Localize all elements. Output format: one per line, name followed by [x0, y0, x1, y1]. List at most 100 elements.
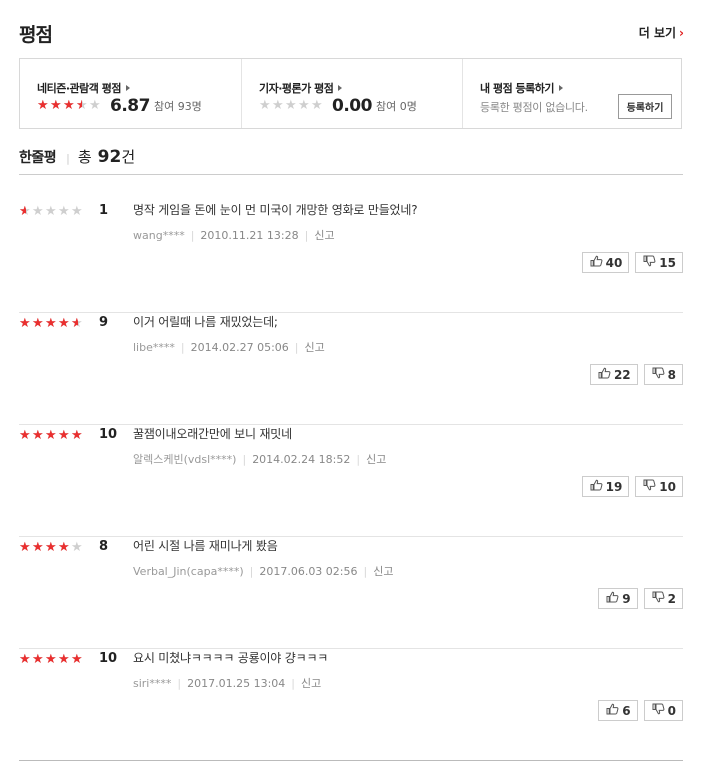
critic-star-rating: ★★★★★★★★★★	[259, 98, 324, 113]
star-icon: ★★	[32, 204, 44, 219]
meta-divider: |	[249, 565, 254, 578]
review-meta: 알렉스케빈(vdsl****) | 2014.02.24 18:52 | 신고	[133, 451, 386, 467]
review-item: ★ ★ ★ ★ ★ ★ ★ ★ ★ ★ 10 요시 미쳤냐ㅋㅋㅋㅋ 공룡이야 걍ㅋㅋㅋ siri****…	[19, 649, 683, 761]
star-icon: ★★	[58, 204, 70, 219]
report-link[interactable]: 신고	[301, 677, 321, 690]
thumbs-up-icon	[590, 255, 603, 270]
thumbs-down-icon	[643, 255, 656, 270]
meta-divider: |	[356, 453, 361, 466]
like-button[interactable]: 6	[598, 700, 638, 721]
my-rating-label[interactable]: 내 평점 등록하기	[480, 82, 555, 95]
dislike-button[interactable]: 2	[643, 588, 683, 609]
thumbs-down-icon	[652, 703, 665, 718]
netizen-rating-link[interactable]: 네티즌·관람객 평점	[37, 80, 130, 96]
list-divider	[19, 174, 683, 175]
thumbs-down-icon	[652, 367, 665, 382]
review-text: 명작 게임을 돈에 눈이 먼 미국이 개망한 영화로 만들었네?	[133, 203, 418, 217]
review-count: 92	[97, 147, 122, 167]
more-link[interactable]: 더 보기 ›	[639, 24, 684, 41]
review-item: ★ ★ ★ ★ ★ ★ ★ ★ ★ ★ 9 이거 어릴때 나름 재밌었는데; libe**** | 2014…	[19, 313, 683, 425]
report-link[interactable]: 신고	[366, 453, 386, 466]
review-text: 꿀잼이내오래간만에 보니 재밋네	[133, 427, 292, 441]
dislike-button[interactable]: 15	[635, 252, 683, 273]
report-link[interactable]: 신고	[314, 229, 334, 242]
star-icon: ★★	[45, 428, 57, 443]
more-link-label[interactable]: 더 보기	[639, 26, 676, 40]
review-user: 알렉스케빈(vdsl****)	[133, 453, 237, 466]
like-count: 40	[605, 255, 623, 270]
my-rating-empty-text: 등록한 평점이 없습니다.	[480, 101, 588, 114]
like-button[interactable]: 22	[589, 364, 638, 385]
star-icon: ★★	[19, 428, 31, 443]
star-icon: ★★	[71, 540, 83, 555]
star-icon: ★★	[89, 98, 101, 113]
review-text: 요시 미쳤냐ㅋㅋㅋㅋ 공룡이야 걍ㅋㅋㅋ	[133, 651, 329, 665]
critic-rating-link[interactable]: 기자·평론가 평점	[259, 80, 343, 96]
dislike-count: 10	[659, 479, 676, 494]
star-icon: ★★	[58, 428, 70, 443]
critic-participants: 참여 0명	[375, 100, 417, 113]
review-user: libe****	[133, 341, 175, 354]
star-icon: ★★	[71, 316, 83, 331]
review-score: 10	[99, 427, 118, 442]
vote-buttons: 40 15	[581, 252, 683, 273]
thumbs-up-icon	[606, 703, 619, 718]
dislike-count: 15	[659, 255, 676, 270]
summary-divider: |	[66, 152, 70, 165]
like-button[interactable]: 40	[581, 252, 630, 273]
caret-right-icon	[125, 85, 130, 91]
critic-rating-label[interactable]: 기자·평론가 평점	[259, 82, 334, 95]
review-text: 이거 어릴때 나름 재밌었는데;	[133, 315, 278, 329]
star-icon: ★★	[71, 428, 83, 443]
meta-divider: |	[294, 341, 299, 354]
report-link[interactable]: 신고	[373, 565, 393, 578]
meta-divider: |	[242, 453, 247, 466]
star-icon: ★★	[58, 652, 70, 667]
review-meta: siri**** | 2017.01.25 13:04 | 신고	[133, 675, 321, 691]
meta-divider: |	[190, 229, 195, 242]
vote-buttons: 19 10	[581, 476, 683, 497]
review-score: 10	[99, 651, 118, 666]
review-user: wang****	[133, 229, 185, 242]
star-icon: ★★	[285, 98, 297, 113]
dislike-button[interactable]: 8	[643, 364, 683, 385]
my-rating-link[interactable]: 내 평점 등록하기	[480, 80, 563, 96]
meta-divider: |	[177, 677, 182, 690]
star-icon: ★★	[37, 98, 49, 113]
reviews-title: 한줄평	[19, 150, 57, 166]
star-icon: ★★	[19, 652, 31, 667]
review-item: ★ ★ ★ ★ ★ ★ ★ ★ ★ ★ 10 꿀잼이내오래간만에 보니 재밋네 알렉스케빈(vdsl**…	[19, 425, 683, 537]
star-icon: ★★	[298, 98, 310, 113]
review-star-rating: ★★★★★★★★★★	[19, 316, 84, 331]
dislike-button[interactable]: 10	[635, 476, 683, 497]
review-star-rating: ★★★★★★★★★★	[19, 540, 84, 555]
netizen-rating-label[interactable]: 네티즌·관람객 평점	[37, 82, 121, 95]
vote-buttons: 92	[598, 588, 683, 609]
review-date: 2014.02.24 18:52	[252, 453, 351, 466]
star-icon: ★★	[19, 204, 31, 219]
review-score: 9	[99, 315, 109, 330]
review-date: 2014.02.27 05:06	[190, 341, 289, 354]
star-icon: ★★	[311, 98, 323, 113]
star-icon: ★★	[63, 98, 75, 113]
review-date: 2017.06.03 02:56	[259, 565, 358, 578]
caret-right-icon	[559, 85, 563, 91]
star-icon: ★★	[259, 98, 271, 113]
star-icon: ★★	[45, 540, 57, 555]
thumbs-up-icon	[606, 591, 619, 606]
thumbs-down-icon	[643, 479, 656, 494]
register-rating-button[interactable]: 등록하기	[618, 94, 672, 119]
like-count: 19	[605, 479, 623, 494]
like-button[interactable]: 19	[581, 476, 630, 497]
star-icon: ★★	[45, 316, 57, 331]
star-icon: ★★	[32, 652, 44, 667]
dislike-button[interactable]: 0	[643, 700, 683, 721]
total-label: 총	[77, 148, 92, 166]
star-icon: ★★	[32, 316, 44, 331]
dislike-count: 2	[667, 591, 676, 606]
like-button[interactable]: 9	[598, 588, 638, 609]
report-link[interactable]: 신고	[305, 341, 325, 354]
dislike-count: 0	[667, 703, 676, 718]
star-icon: ★★	[45, 652, 57, 667]
star-icon: ★★	[76, 98, 88, 113]
